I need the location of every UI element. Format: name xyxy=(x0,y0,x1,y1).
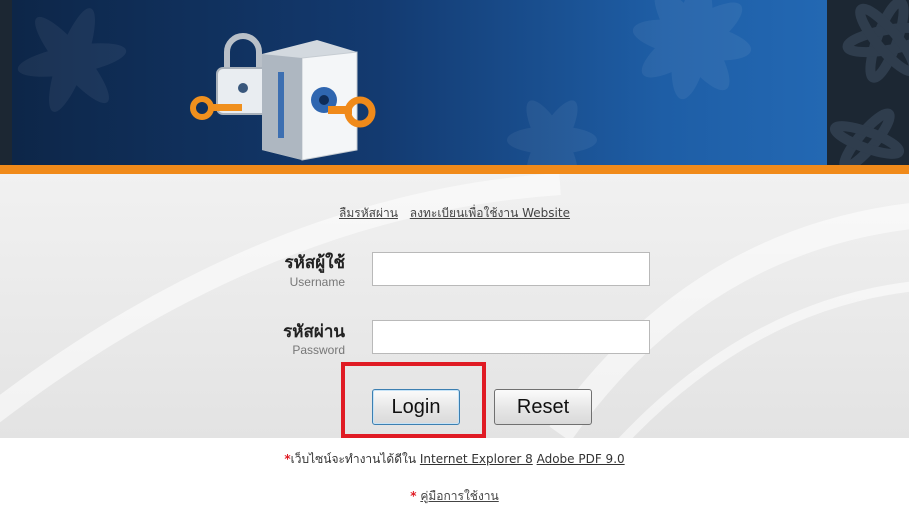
browser-note: *เว็บไซน์จะทำงานได้ดีใน Internet Explore… xyxy=(0,450,909,469)
top-links: ลืมรหัสผ่าน ลงทะเบียนเพื่อใช้งาน Website xyxy=(0,204,909,223)
username-sublabel: Username xyxy=(289,275,345,289)
login-highlight-box xyxy=(341,362,486,438)
register-link[interactable]: ลงทะเบียนเพื่อใช้งาน Website xyxy=(410,206,570,220)
banner-decoration xyxy=(17,0,752,165)
side-flower-decoration xyxy=(829,0,909,165)
banner-side-right xyxy=(827,0,909,165)
padlock-key-icon xyxy=(190,33,376,161)
username-input[interactable] xyxy=(372,252,650,286)
manual-note: * คู่มือการใช้งาน xyxy=(0,487,909,506)
username-label: รหัสผู้ใช้ xyxy=(284,253,345,273)
header-banner xyxy=(12,0,827,165)
password-input[interactable] xyxy=(372,320,650,354)
password-label: รหัสผ่าน xyxy=(283,322,345,342)
password-sublabel: Password xyxy=(292,343,345,357)
manual-star: * xyxy=(410,489,417,503)
banner-accent-line xyxy=(0,165,909,174)
pdf-link[interactable]: Adobe PDF 9.0 xyxy=(537,452,625,466)
reset-button[interactable]: Reset xyxy=(494,389,592,425)
forgot-password-link[interactable]: ลืมรหัสผ่าน xyxy=(339,206,398,220)
ie-link[interactable]: Internet Explorer 8 xyxy=(420,452,533,466)
banner-side-left xyxy=(0,0,12,165)
manual-link[interactable]: คู่มือการใช้งาน xyxy=(420,489,498,503)
browser-note-text: เว็บไซน์จะทำงานได้ดีใน xyxy=(290,452,417,466)
